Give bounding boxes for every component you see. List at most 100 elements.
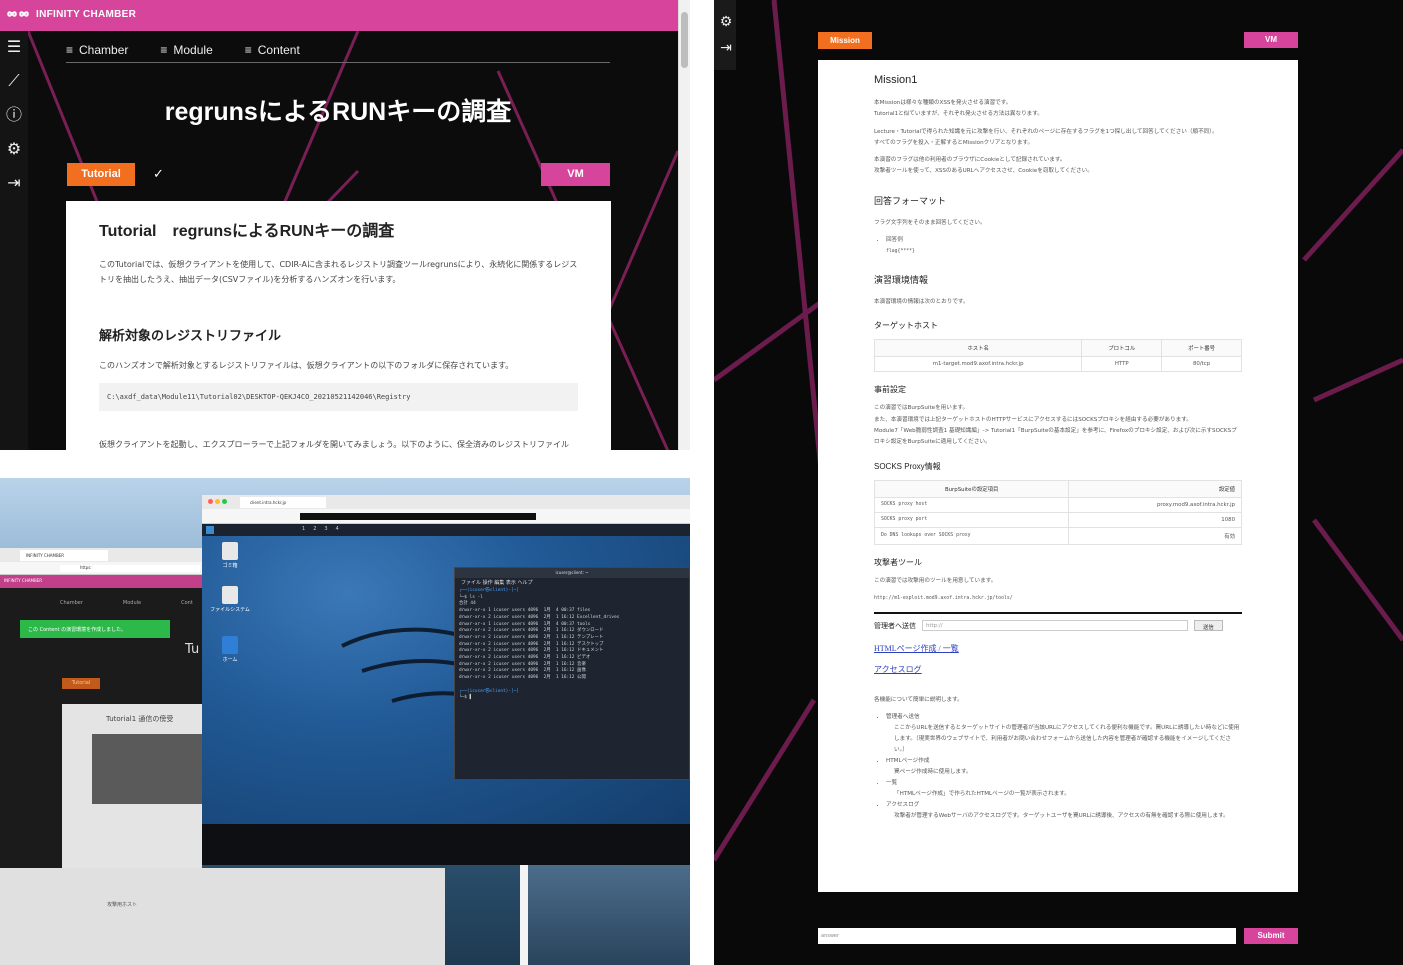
terminal-menu: ファイル 操作 編集 表示 ヘルプ	[455, 578, 689, 587]
terminal-line: drwxr-xr-x 2 icuser users 4096 2月 1 16:1…	[459, 634, 604, 640]
send-button[interactable]: 送信	[1194, 620, 1223, 632]
socks-title: SOCKS Proxy情報	[874, 461, 941, 471]
terminal-line: ┌──(icuser㉿client)-[~]	[459, 588, 519, 593]
url-field[interactable]: https:	[60, 565, 200, 572]
back-nav: Chamber Module Cont	[60, 600, 193, 606]
drive-icon	[222, 586, 238, 604]
workspace-3[interactable]: 3	[324, 526, 327, 532]
address-bar: https:	[0, 562, 202, 575]
terminal-menu-actions[interactable]: 操作	[483, 580, 493, 586]
info-icon[interactable]: ⓘ	[4, 105, 24, 125]
answer-example-label: 回答例	[886, 237, 903, 244]
socks-table: BurpSuiteの設定項目 設定値 SOCKS proxy host prox…	[873, 479, 1242, 545]
browser-tab[interactable]: INFINITY CHAMBER	[20, 550, 108, 561]
tab-strip: INFINITY CHAMBER	[0, 548, 202, 562]
maximize-dot[interactable]	[222, 499, 227, 504]
side-rail: ⚙ ⇥	[714, 0, 736, 70]
terminal-line: drwxr-xr-x 2 icuser users 4096 2月 1 16:1…	[459, 614, 620, 620]
back-nav-chamber[interactable]: Chamber	[60, 600, 83, 606]
logout-icon[interactable]: ⇥	[716, 38, 736, 58]
vm-button[interactable]: VM	[541, 163, 610, 186]
terminal-line: └─$ ▌	[459, 695, 473, 701]
back-card-title: Tutorial1 通信の傍受	[106, 715, 174, 723]
tail-text: 仮想クライアントを起動し、エクスプローラーで上記フォルダを開いてみましょう。以下…	[99, 440, 569, 449]
menu-icon[interactable]: ☰	[4, 37, 24, 57]
func-list: 管理者へ送信ここからURLを送信するとターゲットサイトの管理者が当該URLにアク…	[886, 712, 1242, 822]
table-header: 設定値	[1068, 479, 1242, 498]
tutorial-button[interactable]: Tutorial	[67, 163, 135, 186]
terminal-menu-view[interactable]: 表示	[506, 580, 516, 586]
trend-icon[interactable]: ⟋	[4, 71, 24, 91]
nav-content[interactable]: ≡ Content	[245, 38, 300, 62]
terminal-menu-help[interactable]: ヘルプ	[517, 580, 532, 586]
card-title: Tutorial regrunsによるRUNキーの調査	[99, 223, 395, 240]
success-toast: この Content の演習環境を作成しました。	[20, 620, 170, 638]
intro-text-3: 本演習のフラグは他の利用者のブラウザにCookieとして記録されています。 攻撃者…	[874, 157, 1093, 175]
gear-icon[interactable]: ⚙	[4, 139, 24, 159]
desktop-icon-home[interactable]: ホーム	[210, 636, 250, 663]
table-row: m1-target.mod9.axof.intra.hckr.jp HTTP 8…	[873, 356, 1242, 373]
kali-url-field[interactable]	[300, 513, 536, 520]
close-dot[interactable]	[208, 499, 213, 504]
workspace-4[interactable]: 4	[336, 526, 339, 532]
nav-chamber[interactable]: ≡ Chamber	[66, 38, 128, 62]
back-nav-module[interactable]: Module	[123, 600, 141, 606]
env-text: 本演習環境の情報は次のとおりです。	[874, 299, 969, 306]
gear-icon[interactable]: ⚙	[716, 12, 736, 32]
target-table: ホスト名 プロトコル ポート番号 m1-target.mod9.axof.int…	[873, 339, 1242, 373]
logout-icon[interactable]: ⇥	[4, 173, 24, 193]
list-item: 一覧「HTMLページ作成」で作られたHTMLページの一覧が表示されます。	[886, 778, 1242, 800]
send-url-input[interactable]: http://	[922, 620, 1188, 632]
workspace-2[interactable]: 2	[313, 526, 316, 532]
terminal-line: ┌──(icuser㉿client)-[~]	[459, 688, 519, 694]
path-code: C:\axdf_data\Module11\Tutorial02\DESKTOP…	[99, 383, 578, 411]
attacker-tool-url[interactable]: http://m1-exploit.mod9.axof.intra.hckr.j…	[874, 593, 1242, 604]
back-section-title: 攻撃用ホスト	[107, 902, 138, 908]
terminal-line: 合計 44	[459, 601, 476, 607]
table-row: Do DNS lookups over SOCKS proxy 有効	[873, 526, 1242, 545]
mission-title: Mission1	[874, 74, 918, 86]
window-edge	[520, 865, 528, 965]
list-link[interactable]: 一覧	[943, 644, 959, 653]
terminal-output[interactable]: ┌──(icuser㉿client)-[~] └─$ ls -l 合計 44 d…	[455, 587, 689, 703]
desktop-icon-trash[interactable]: ゴミ箱	[210, 542, 250, 569]
attacker-tool-title: 攻撃者ツール	[874, 557, 922, 567]
terminal-line: drwxr-xr-x 2 icuser users 4096 2月 1 16:1…	[459, 661, 586, 667]
terminal-menu-edit[interactable]: 編集	[494, 580, 504, 586]
table-row: SOCKS proxy host proxy.mod9.axof.intra.h…	[873, 496, 1242, 513]
mission-tab[interactable]: Mission	[818, 32, 872, 49]
scrollbar-thumb[interactable]	[681, 12, 688, 68]
minimize-dot[interactable]	[215, 499, 220, 504]
brand-logo[interactable]: INFINITY CHAMBER	[6, 8, 136, 20]
list-icon: ≡	[66, 43, 74, 57]
vm-button[interactable]: VM	[1244, 32, 1298, 48]
brand-name: INFINITY CHAMBER	[36, 8, 137, 20]
intro-text: このTutorialでは、仮想クライアントを使用して、CDIR-Aに含まれるレジ…	[99, 260, 578, 284]
nav-module[interactable]: ≡ Module	[160, 38, 212, 62]
target-title: ターゲットホスト	[874, 321, 938, 331]
html-page-create-link[interactable]: HTMLページ作成	[874, 644, 937, 653]
trash-icon	[222, 542, 238, 560]
terminal-line: drwxr-xr-x 2 icuser users 4096 2月 1 16:1…	[459, 648, 604, 654]
terminal-window[interactable]: icuser@client: ~ ファイル 操作 編集 表示 ヘルプ ┌──(i…	[454, 567, 690, 780]
env-title: 演習環境情報	[874, 275, 929, 286]
answer-input[interactable]: answer	[818, 928, 1236, 944]
answer-format-text: フラグ文字列をそのまま回答してください。	[874, 219, 986, 226]
access-log-link[interactable]: アクセスログ	[874, 664, 1242, 675]
submit-button[interactable]: Submit	[1244, 928, 1298, 944]
home-icon	[222, 636, 238, 654]
scrollbar[interactable]	[678, 0, 690, 450]
kali-browser-tab[interactable]: client.intra.hckr.jp	[240, 497, 326, 508]
terminal-menu-file[interactable]: ファイル	[461, 580, 481, 586]
workspace-1[interactable]: 1	[302, 526, 305, 532]
kali-address-bar	[202, 509, 690, 524]
kali-menu-icon[interactable]	[206, 526, 214, 534]
back-tutorial-button[interactable]: Tutorial	[62, 678, 100, 689]
terminal-line: drwxr-xr-x 2 icuser users 4096 2月 1 16:1…	[459, 668, 586, 674]
pre-settings-text: この演習ではBurpSuiteを用います。 また、本演習環境では上記ターゲットホス…	[874, 405, 1237, 446]
back-lower-panel	[0, 868, 445, 965]
list-icon: ≡	[160, 43, 168, 57]
desktop-icon-filesystem[interactable]: ファイルシステム	[210, 586, 250, 613]
back-fragment-text: Tu	[185, 642, 200, 657]
back-nav-content[interactable]: Cont	[181, 600, 193, 606]
